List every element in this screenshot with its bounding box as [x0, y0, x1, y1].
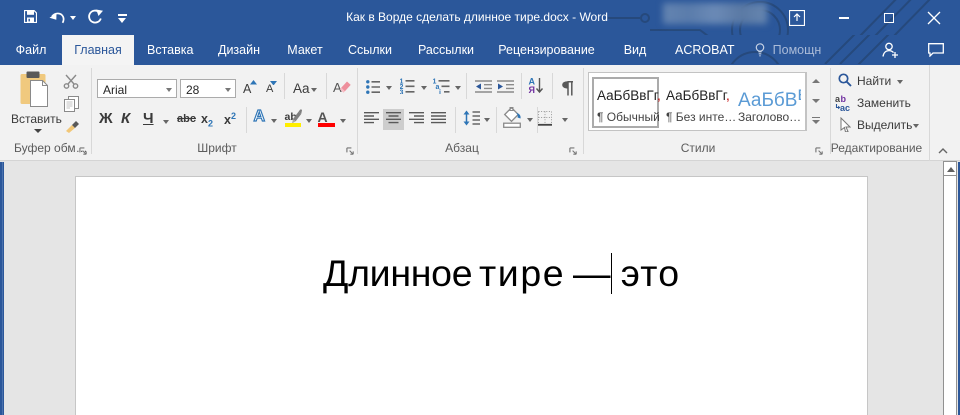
svg-text:3: 3	[400, 90, 404, 95]
svg-text:i: i	[439, 90, 441, 95]
svg-text:Я: Я	[529, 85, 535, 94]
svg-text:ac: ac	[840, 103, 850, 111]
